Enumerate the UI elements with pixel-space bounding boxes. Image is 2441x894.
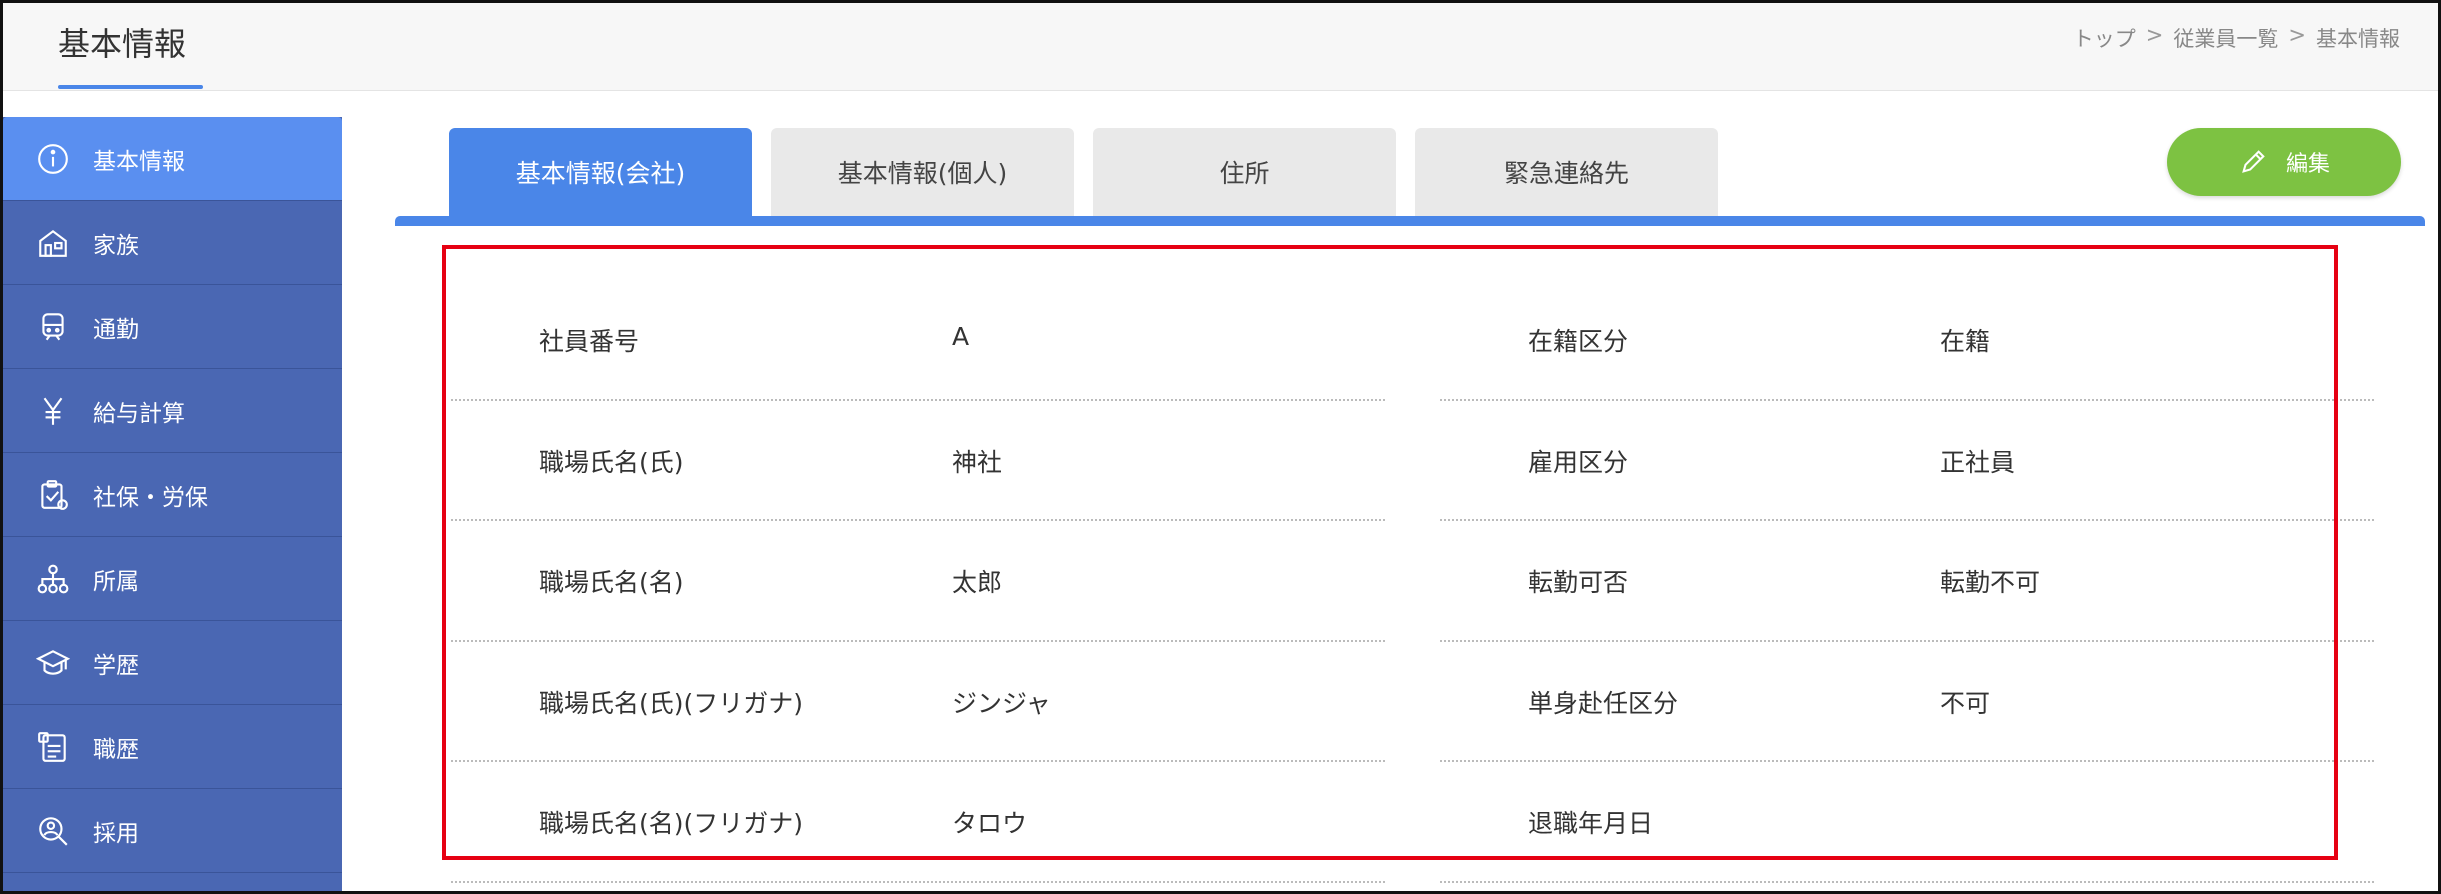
field-row: 転勤可否 転勤不可 bbox=[1440, 521, 2374, 642]
field-row: 単身赴任区分 不可 bbox=[1440, 642, 2374, 762]
field-label: 単身赴任区分 bbox=[1528, 688, 1679, 718]
house-icon bbox=[33, 223, 73, 263]
sidebar-item-label: 職歴 bbox=[93, 736, 139, 763]
graduation-cap-icon bbox=[33, 643, 73, 683]
sidebar-item-label: 給与計算 bbox=[93, 400, 185, 427]
sidebar-item-work-history[interactable]: 職歴 bbox=[3, 705, 342, 789]
train-icon bbox=[33, 307, 73, 347]
field-label: 職場氏名(名) bbox=[539, 568, 684, 597]
sidebar-item-insurance[interactable]: 社保・労保 bbox=[3, 453, 342, 537]
edit-button[interactable]: 編集 bbox=[2167, 128, 2401, 196]
fields-right-column: 在籍区分 在籍 雇用区分 正社員 転勤可否 転勤不可 単身赴任区分 不可 退職年… bbox=[1440, 280, 2374, 883]
sidebar-item-label: 基本情報 bbox=[93, 148, 185, 175]
field-row: 社員番号 A bbox=[451, 280, 1385, 401]
org-chart-icon bbox=[33, 559, 73, 599]
tab-address[interactable]: 住所 bbox=[1093, 128, 1396, 216]
sidebar-item-family[interactable]: 家族 bbox=[3, 201, 342, 285]
tab-bar: 基本情報(会社) 基本情報(個人) 住所 緊急連絡先 bbox=[449, 128, 1718, 216]
breadcrumb-employee-list[interactable]: 従業員一覧 bbox=[2173, 23, 2278, 53]
field-row: 退職年月日 bbox=[1440, 762, 2374, 883]
field-label: 職場氏名(氏) bbox=[539, 447, 684, 477]
field-value: 太郎 bbox=[952, 568, 1003, 597]
breadcrumb-top[interactable]: トップ bbox=[2073, 23, 2136, 53]
field-value: 転勤不可 bbox=[1940, 568, 2041, 597]
page-title: 基本情報 bbox=[58, 25, 187, 63]
field-row: 職場氏名(名)(フリガナ) タロウ bbox=[451, 762, 1385, 883]
field-label: 退職年月日 bbox=[1528, 809, 1654, 838]
sidebar-item-label: 通勤 bbox=[93, 316, 139, 343]
field-label: 職場氏名(名)(フリガナ) bbox=[539, 809, 804, 838]
tab-emergency-contact[interactable]: 緊急連絡先 bbox=[1415, 128, 1718, 216]
field-row: 職場氏名(氏) 神社 bbox=[451, 401, 1385, 521]
field-label: 雇用区分 bbox=[1528, 447, 1629, 477]
sidebar-item-affiliation[interactable]: 所属 bbox=[3, 537, 342, 621]
field-value: タロウ bbox=[952, 809, 1028, 838]
breadcrumb-separator: > bbox=[2288, 23, 2306, 47]
yen-icon bbox=[33, 391, 73, 431]
field-value: 在籍 bbox=[1940, 327, 1991, 356]
sidebar-item-label: 所属 bbox=[93, 568, 139, 595]
sidebar-item-payroll[interactable]: 給与計算 bbox=[3, 369, 342, 453]
sidebar: 基本情報 家族 通勤 給与計算 社保・労保 所属 学歴 職歴 採用 bbox=[3, 117, 342, 894]
tab-basic-info-personal[interactable]: 基本情報(個人) bbox=[771, 128, 1074, 216]
sidebar-item-commute[interactable]: 通勤 bbox=[3, 285, 342, 369]
sidebar-item-label: 家族 bbox=[93, 232, 139, 259]
sidebar-item-label: 学歴 bbox=[93, 652, 139, 679]
document-list-icon bbox=[33, 727, 73, 767]
page-header: 基本情報 トップ > 従業員一覧 > 基本情報 bbox=[3, 3, 2438, 91]
field-value: ジンジャ bbox=[952, 688, 1051, 718]
sidebar-item-basic-info[interactable]: 基本情報 bbox=[3, 117, 342, 201]
field-value: 神社 bbox=[952, 447, 1003, 477]
tab-basic-info-company[interactable]: 基本情報(会社) bbox=[449, 128, 752, 216]
field-label: 職場氏名(氏)(フリガナ) bbox=[539, 688, 804, 718]
page-title-underline bbox=[58, 85, 203, 89]
person-search-icon bbox=[33, 811, 73, 851]
field-value: 正社員 bbox=[1940, 447, 2016, 477]
field-value: 不可 bbox=[1940, 688, 1991, 718]
sidebar-item-recruitment[interactable]: 採用 bbox=[3, 789, 342, 873]
field-row: 在籍区分 在籍 bbox=[1440, 280, 2374, 401]
field-row: 雇用区分 正社員 bbox=[1440, 401, 2374, 521]
field-label: 在籍区分 bbox=[1528, 327, 1629, 356]
sidebar-item-label: 採用 bbox=[93, 820, 139, 847]
field-label: 転勤可否 bbox=[1528, 568, 1629, 597]
fields-left-column: 社員番号 A 職場氏名(氏) 神社 職場氏名(名) 太郎 職場氏名(氏)(フリガ… bbox=[451, 280, 1385, 883]
tab-underline bbox=[395, 216, 2425, 226]
field-row: 職場氏名(名) 太郎 bbox=[451, 521, 1385, 642]
field-label: 社員番号 bbox=[539, 327, 640, 356]
pencil-icon bbox=[2242, 150, 2265, 173]
breadcrumb: トップ > 従業員一覧 > 基本情報 bbox=[2073, 23, 2400, 53]
field-value: A bbox=[952, 322, 970, 351]
breadcrumb-separator: > bbox=[2145, 23, 2164, 47]
sidebar-item-education[interactable]: 学歴 bbox=[3, 621, 342, 705]
clipboard-check-icon bbox=[33, 475, 73, 515]
sidebar-item-label: 社保・労保 bbox=[93, 484, 208, 511]
info-icon bbox=[33, 139, 73, 179]
breadcrumb-current: 基本情報 bbox=[2316, 27, 2400, 51]
edit-button-label: 編集 bbox=[2285, 152, 2330, 177]
field-row: 職場氏名(氏)(フリガナ) ジンジャ bbox=[451, 642, 1385, 762]
